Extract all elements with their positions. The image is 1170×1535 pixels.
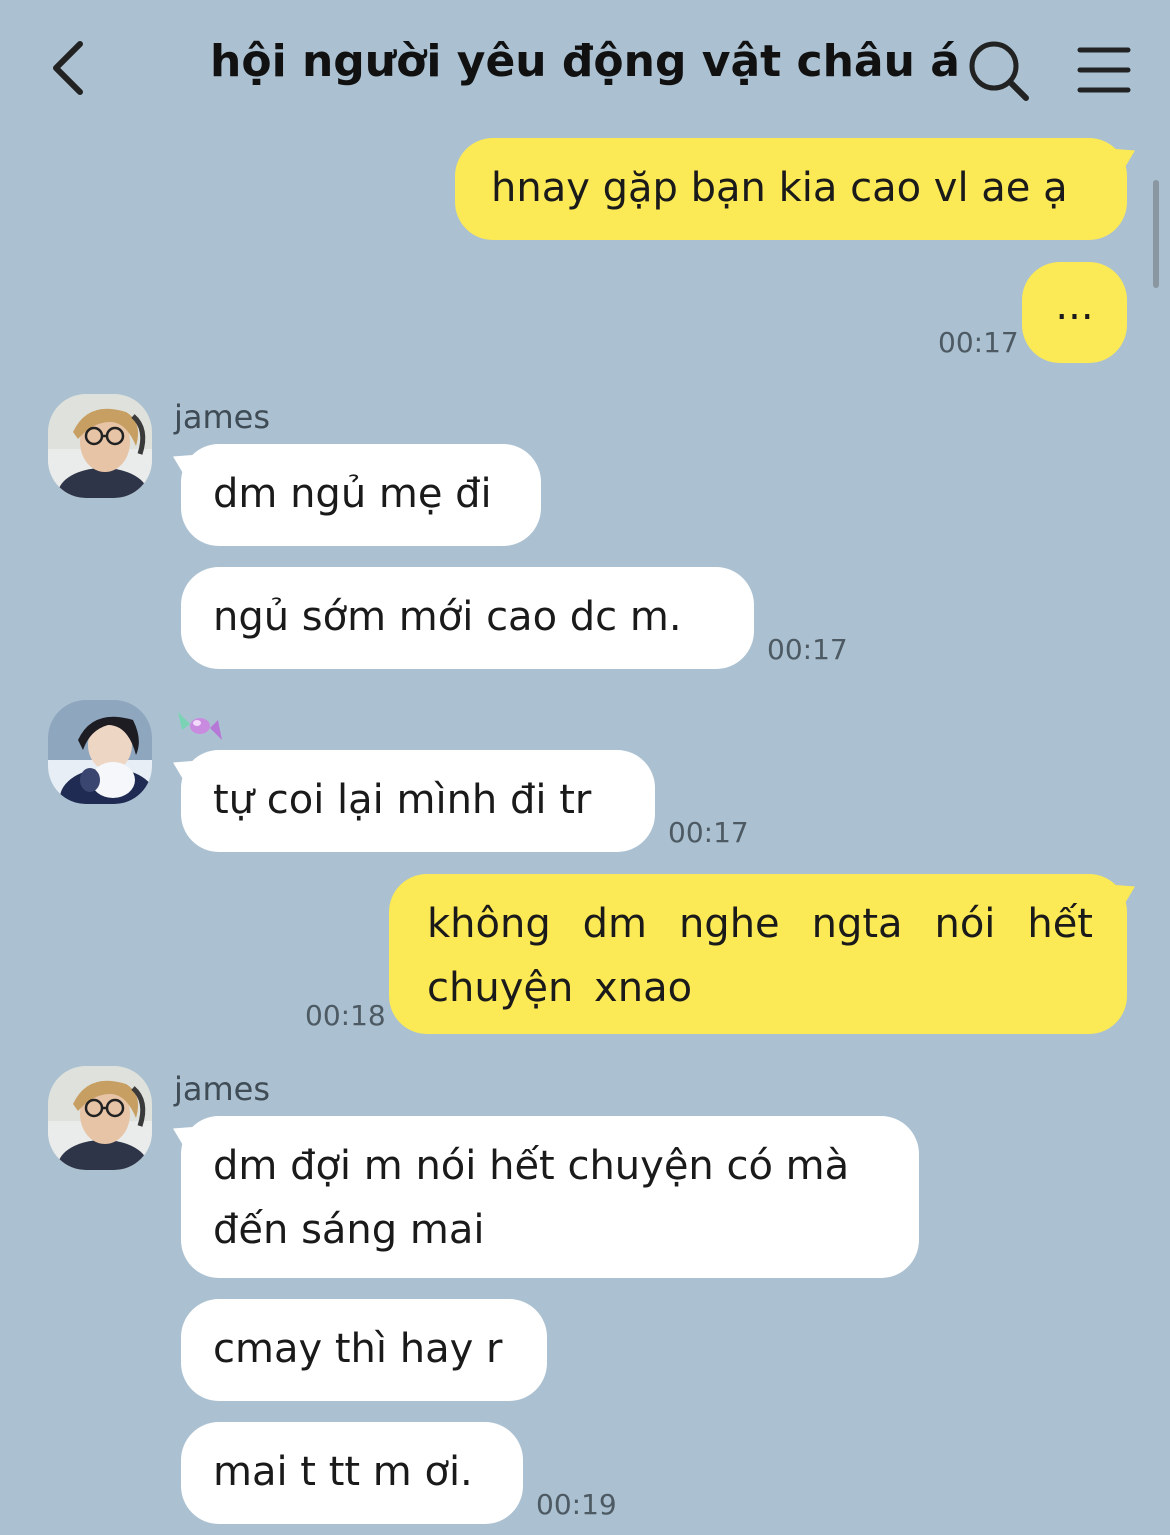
sender-name: james (174, 398, 271, 436)
message-text: ... (1055, 283, 1094, 329)
message-time: 00:17 (767, 633, 848, 666)
message-time: 00:18 (305, 999, 386, 1032)
avatar-photo (48, 1066, 152, 1170)
avatar-photo (48, 700, 152, 804)
message-time: 00:19 (536, 1488, 617, 1521)
sender-name: james (174, 1070, 271, 1108)
chat-header: hội người yêu động vật châu á (0, 0, 1170, 135)
message-text: dm đợi m nói hết chuyện có mà đến sáng m… (213, 1143, 850, 1253)
my-message-bubble[interactable]: không dm nghe ngta nói hết chuyện xnao (389, 874, 1127, 1034)
their-message-bubble[interactable]: ngủ sớm mới cao dc m. (181, 567, 754, 669)
message-text: mai t tt m ơi. (213, 1449, 473, 1495)
message-text: không dm nghe ngta nói hết chuyện xnao (427, 901, 1093, 1011)
scrollbar[interactable] (1153, 180, 1159, 288)
their-message-bubble[interactable]: tự coi lại mình đi tr (181, 750, 655, 852)
message-text: cmay thì hay r (213, 1326, 503, 1372)
message-time: 00:17 (668, 816, 749, 849)
avatar-photo (48, 394, 152, 498)
message-text: ngủ sớm mới cao dc m. (213, 594, 682, 640)
candy-icon (178, 712, 222, 740)
message-text: tự coi lại mình đi tr (213, 777, 592, 823)
search-button[interactable] (964, 36, 1032, 104)
menu-button[interactable] (1074, 40, 1134, 100)
message-time: 00:17 (938, 326, 1019, 359)
avatar[interactable] (48, 394, 152, 498)
message-text: hnay gặp bạn kia cao vl ae ạ (491, 165, 1068, 211)
hamburger-menu-icon (1077, 47, 1131, 93)
my-message-bubble[interactable]: hnay gặp bạn kia cao vl ae ạ (455, 138, 1127, 240)
chat-title: hội người yêu động vật châu á (210, 36, 960, 87)
avatar[interactable] (48, 1066, 152, 1170)
their-message-bubble[interactable]: dm đợi m nói hết chuyện có mà đến sáng m… (181, 1116, 919, 1278)
chevron-left-icon (53, 41, 83, 95)
their-message-bubble[interactable]: cmay thì hay r (181, 1299, 547, 1401)
their-message-bubble[interactable]: dm ngủ mẹ đi (181, 444, 541, 546)
message-text: dm ngủ mẹ đi (213, 471, 492, 517)
their-message-bubble[interactable]: mai t tt m ơi. (181, 1422, 523, 1524)
avatar[interactable] (48, 700, 152, 804)
my-message-bubble[interactable]: ... (1022, 262, 1127, 363)
back-button[interactable] (38, 30, 98, 106)
search-icon (969, 41, 1029, 101)
